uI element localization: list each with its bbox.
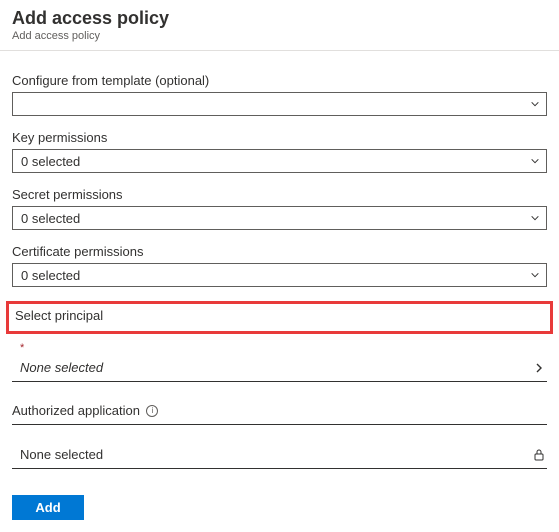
authorized-application-label: Authorized application: [12, 403, 140, 418]
select-principal-value: None selected: [20, 360, 103, 375]
panel-content: Configure from template (optional) Key p…: [0, 51, 559, 532]
template-select[interactable]: [12, 92, 547, 116]
key-permissions-field: Key permissions 0 selected: [12, 130, 547, 173]
template-field: Configure from template (optional): [12, 73, 547, 116]
lock-icon: [533, 448, 545, 462]
certificate-permissions-label: Certificate permissions: [12, 244, 547, 259]
authorized-application-section: Authorized application i None selected: [12, 402, 547, 469]
required-indicator: *: [20, 342, 547, 354]
authorized-application-label-row: Authorized application i: [12, 402, 547, 425]
chevron-down-icon: [530, 213, 540, 223]
footer: Add: [12, 495, 547, 520]
select-principal-picker[interactable]: None selected: [12, 356, 547, 382]
chevron-down-icon: [530, 270, 540, 280]
certificate-permissions-field: Certificate permissions 0 selected: [12, 244, 547, 287]
page-title: Add access policy: [12, 8, 547, 29]
key-permissions-label: Key permissions: [12, 130, 547, 145]
add-button[interactable]: Add: [12, 495, 84, 520]
secret-permissions-select[interactable]: 0 selected: [12, 206, 547, 230]
secret-permissions-field: Secret permissions 0 selected: [12, 187, 547, 230]
page-subtitle: Add access policy: [12, 30, 547, 42]
key-permissions-value: 0 selected: [21, 154, 80, 169]
panel-header: Add access policy Add access policy: [0, 0, 559, 51]
authorized-application-picker: None selected: [12, 443, 547, 469]
select-principal-highlight: Select principal: [6, 301, 553, 334]
secret-permissions-value: 0 selected: [21, 211, 80, 226]
chevron-down-icon: [530, 99, 540, 109]
chevron-down-icon: [530, 156, 540, 166]
key-permissions-select[interactable]: 0 selected: [12, 149, 547, 173]
secret-permissions-label: Secret permissions: [12, 187, 547, 202]
select-principal-label: Select principal: [15, 308, 544, 323]
template-label: Configure from template (optional): [12, 73, 547, 88]
info-icon[interactable]: i: [146, 405, 158, 417]
certificate-permissions-value: 0 selected: [21, 268, 80, 283]
authorized-application-value: None selected: [20, 447, 103, 462]
chevron-right-icon: [533, 362, 545, 374]
certificate-permissions-select[interactable]: 0 selected: [12, 263, 547, 287]
